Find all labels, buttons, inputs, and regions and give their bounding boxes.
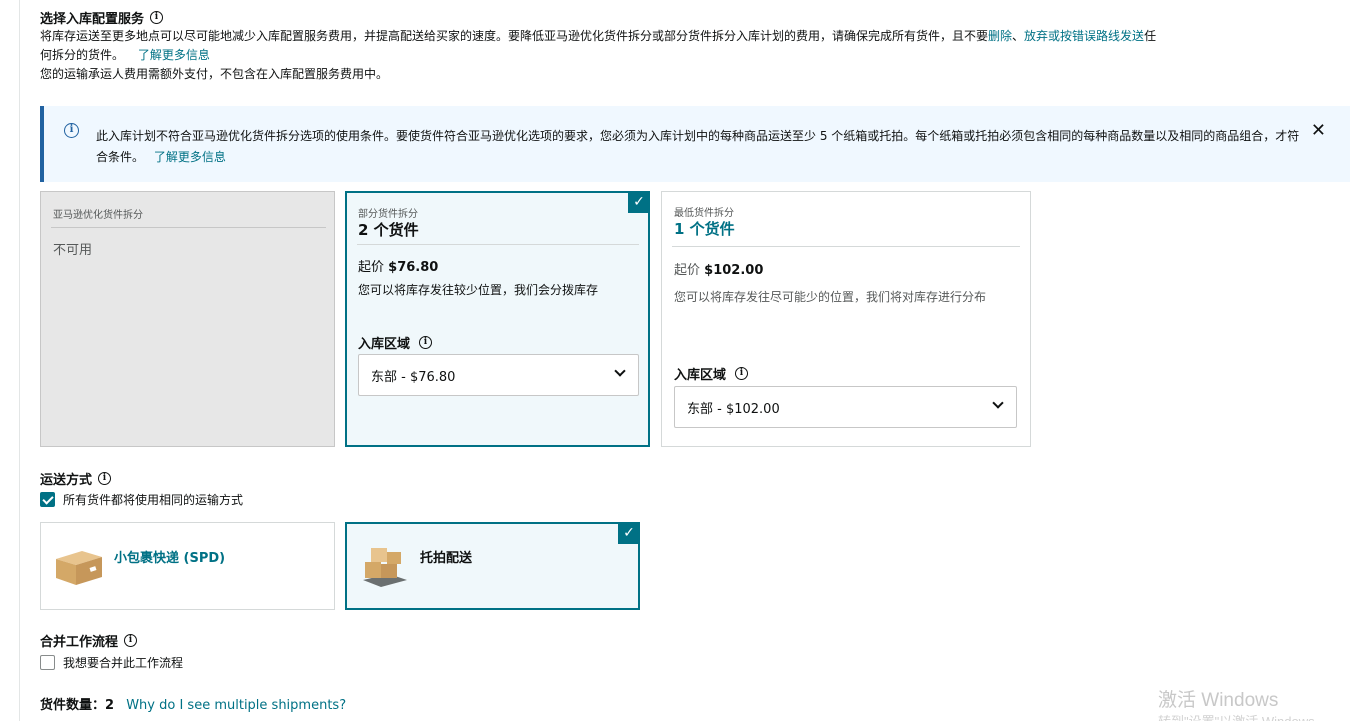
info-icon[interactable]: i: [735, 367, 749, 380]
method-label: 小包裹快递 (SPD): [114, 551, 226, 566]
region-label-text: 入库区域: [358, 337, 411, 352]
ineligible-alert: i 此入库计划不符合亚马逊优化货件拆分选项的使用条件。要使货件符合亚马逊优化选项…: [40, 106, 1350, 182]
method-spd-card[interactable]: 小包裹快递 (SPD): [40, 522, 335, 610]
region-select-value: 东部 - $76.80: [371, 369, 456, 385]
pallet-icon: [363, 548, 407, 587]
info-icon[interactable]: i: [124, 634, 138, 647]
divider: [357, 244, 639, 245]
option-label: 最低货件拆分: [674, 208, 734, 219]
option-description: 您可以将库存发往尽可能少的位置，我们将对库存进行分布: [674, 290, 987, 304]
merge-label: 我想要合并此工作流程: [63, 656, 184, 670]
abandon-misroute-link[interactable]: 放弃或按错误路线发送: [1024, 29, 1144, 43]
learn-more-link[interactable]: 了解更多信息: [138, 48, 210, 62]
option-amazon-optimized: 亚马逊优化货件拆分 不可用: [40, 191, 335, 447]
alert-learn-more-link[interactable]: 了解更多信息: [154, 150, 226, 164]
placement-description: 将库存运送至更多地点可以尽可能地减少入库配置服务费用，并提高配送给买家的速度。要…: [40, 27, 1345, 84]
same-method-row: 所有货件都将使用相同的运输方式: [40, 491, 243, 508]
option-label: 部分货件拆分: [358, 209, 418, 220]
same-method-checkbox[interactable]: [40, 492, 55, 507]
info-icon[interactable]: i: [98, 472, 112, 485]
method-label: 托拍配送: [420, 551, 473, 566]
chevron-down-icon: [614, 365, 626, 377]
box-icon: [56, 551, 102, 585]
activation-watermark-sub: 转到"设置"以激活 Windows。: [1158, 711, 1328, 721]
left-divider: [19, 0, 20, 721]
method-ltl-card[interactable]: ✓ 托拍配送: [345, 522, 640, 610]
option-partial-split[interactable]: ✓ 部分货件拆分 2 个货件 起价 $76.80 您可以将库存发往较少位置，我们…: [345, 191, 650, 447]
merge-row: 我想要合并此工作流程: [40, 654, 183, 671]
region-select-value: 东部 - $102.00: [687, 401, 780, 417]
region-select[interactable]: 东部 - $102.00: [674, 386, 1017, 428]
shipment-count-row: 货件数量：2 Why do I see multiple shipments?: [40, 694, 346, 713]
price-value: $102.00: [704, 263, 764, 278]
info-icon[interactable]: i: [419, 336, 433, 349]
same-method-label: 所有货件都将使用相同的运输方式: [63, 493, 244, 507]
shipping-title-text: 运送方式: [40, 473, 93, 488]
option-title: 2 个货件: [358, 221, 419, 239]
placement-title-text: 选择入库配置服务: [40, 12, 145, 27]
divider: [51, 227, 326, 228]
option-price: 起价 $102.00: [674, 259, 763, 278]
region-label: 入库区域 i: [674, 364, 749, 383]
unavailable-text: 不可用: [53, 243, 93, 258]
selected-check-icon: ✓: [618, 522, 640, 544]
delete-link[interactable]: 删除: [988, 29, 1012, 43]
price-prefix: 起价: [358, 260, 385, 275]
alert-message: 此入库计划不符合亚马逊优化货件拆分选项的使用条件。要使货件符合亚马逊优化选项的要…: [96, 129, 1300, 164]
shipping-mode-title: 运送方式 i: [40, 469, 112, 488]
region-label-text: 入库区域: [674, 368, 727, 383]
price-value: $76.80: [388, 260, 439, 275]
shipment-count-label: 货件数量：: [40, 698, 106, 713]
merge-workflow-title: 合并工作流程 i: [40, 631, 138, 650]
option-description: 您可以将库存发往较少位置，我们会分拨库存: [358, 283, 599, 297]
desc-line3-text: 您的运输承运人费用需额外支付，不包含在入库配置服务费用中。: [40, 67, 389, 81]
merge-title-text: 合并工作流程: [40, 635, 119, 650]
info-circle-icon: i: [64, 123, 79, 138]
multiple-shipments-link[interactable]: Why do I see multiple shipments?: [126, 698, 346, 713]
desc-separator: 、: [1012, 29, 1025, 43]
desc-line2-text: 何拆分的货件。: [40, 48, 125, 62]
desc-line1-end: 任: [1144, 29, 1157, 43]
option-price: 起价 $76.80: [358, 256, 438, 275]
merge-checkbox[interactable]: [40, 655, 55, 670]
option-label: 亚马逊优化货件拆分: [53, 210, 143, 221]
close-icon[interactable]: ✕: [1311, 120, 1326, 141]
alert-text-block: 此入库计划不符合亚马逊优化货件拆分选项的使用条件。要使货件符合亚马逊优化选项的要…: [96, 126, 1311, 168]
shipment-count-value: 2: [105, 698, 115, 713]
selected-check-icon: ✓: [628, 191, 650, 213]
activation-watermark: 激活 Windows: [1158, 690, 1279, 711]
price-prefix: 起价: [674, 263, 701, 278]
placement-section-title: 选择入库配置服务 i: [40, 8, 164, 27]
divider: [672, 246, 1020, 247]
desc-line1-text: 将库存运送至更多地点可以尽可能地减少入库配置服务费用，并提高配送给买家的速度。要…: [40, 29, 989, 43]
info-icon[interactable]: i: [150, 11, 164, 24]
chevron-down-icon: [992, 397, 1004, 409]
option-title: 1 个货件: [674, 220, 735, 238]
region-select[interactable]: 东部 - $76.80: [358, 354, 639, 396]
region-label: 入库区域 i: [358, 333, 433, 352]
option-minimal-split[interactable]: 最低货件拆分 1 个货件 起价 $102.00 您可以将库存发往尽可能少的位置，…: [661, 191, 1031, 447]
